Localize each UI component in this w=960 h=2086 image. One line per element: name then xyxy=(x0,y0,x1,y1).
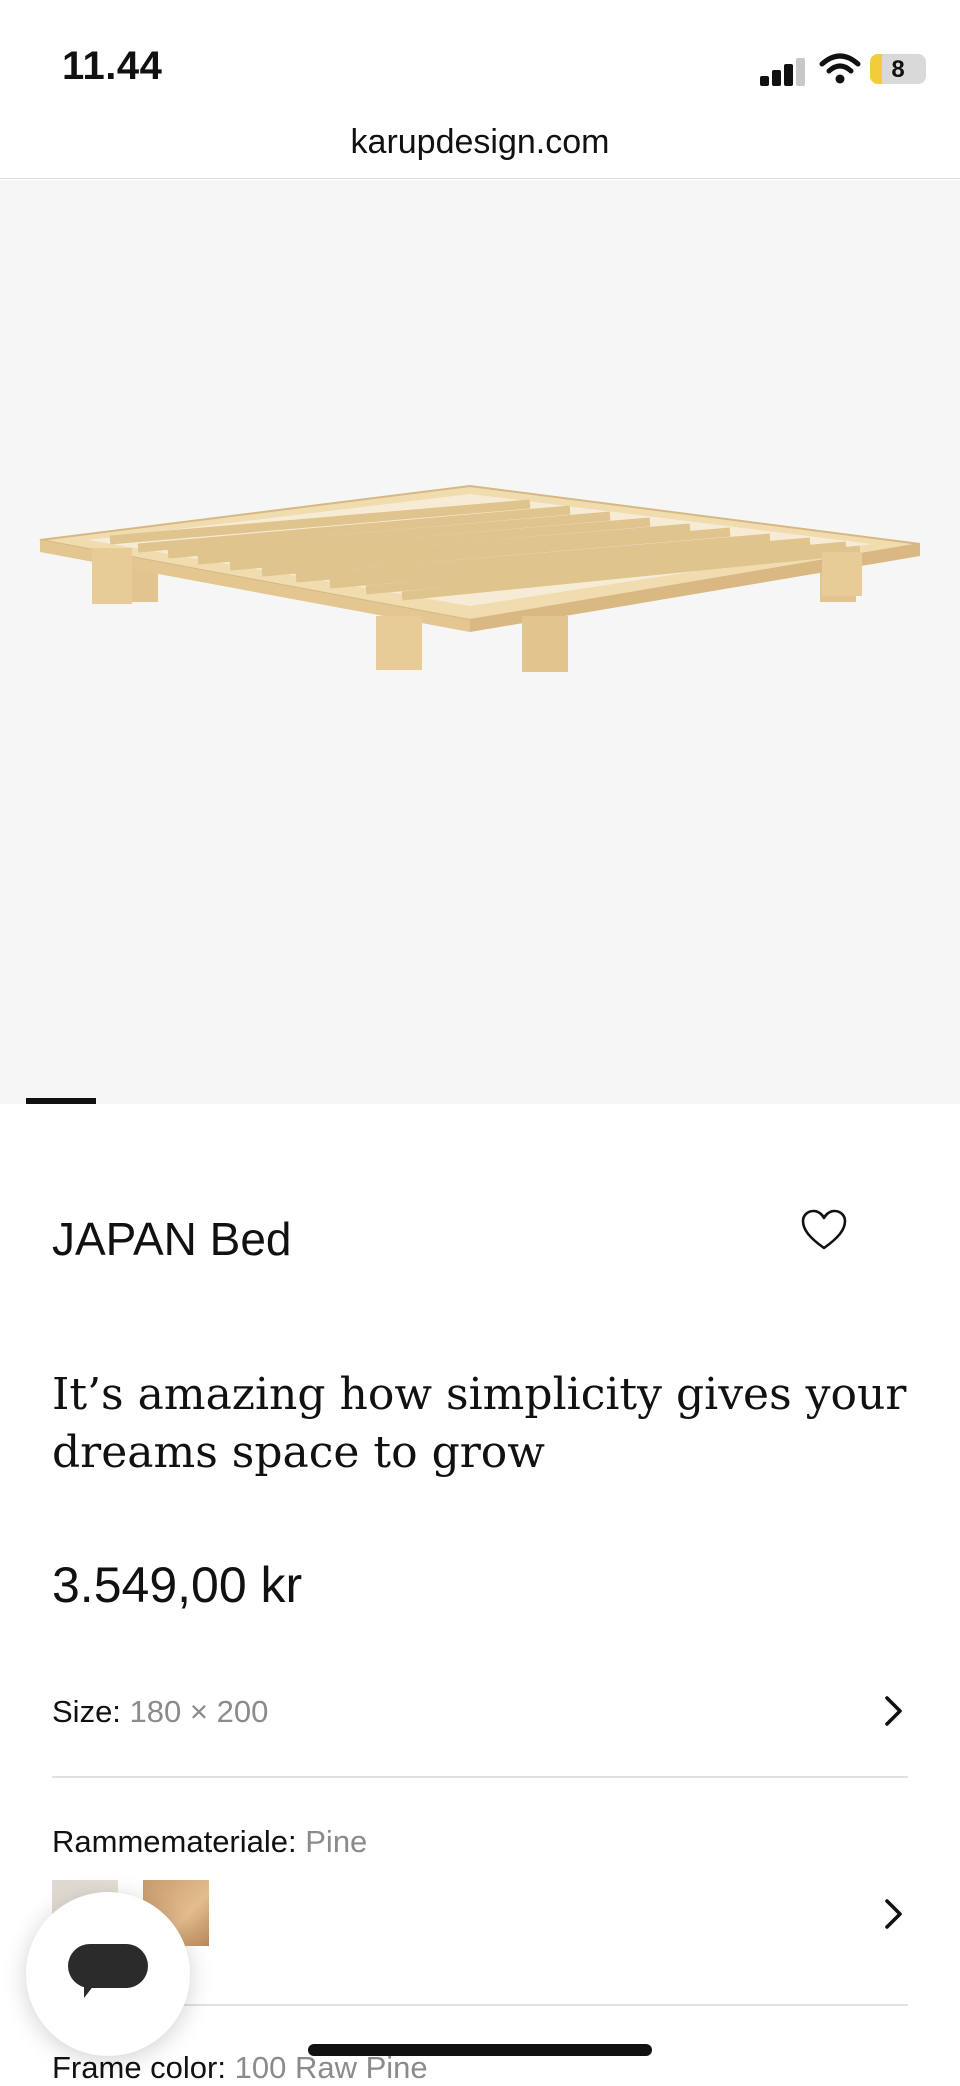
battery-icon: 8 xyxy=(870,54,926,84)
heart-icon[interactable] xyxy=(800,1208,848,1252)
carousel-indicator-active xyxy=(26,1098,96,1104)
status-bar: 11.44 8 xyxy=(0,0,960,120)
product-price: 3.549,00 kr xyxy=(52,1557,303,1613)
chat-button[interactable] xyxy=(26,1892,190,2056)
chevron-right-icon[interactable] xyxy=(884,1695,904,1727)
size-value: 180 × 200 xyxy=(129,1694,269,1729)
size-label: Size: xyxy=(52,1694,121,1729)
frame-color-label: Frame color: xyxy=(52,2050,226,2085)
signal-icon xyxy=(760,56,806,86)
battery-level: 8 xyxy=(891,56,905,83)
product-tagline: It’s amazing how simplicity gives your d… xyxy=(52,1369,907,1478)
home-indicator[interactable] xyxy=(308,2044,652,2056)
product-title: JAPAN Bed xyxy=(52,1213,292,1265)
divider xyxy=(52,1776,908,1778)
frame-material-value: Pine xyxy=(305,1824,368,1859)
address-bar[interactable]: karupdesign.com xyxy=(0,118,960,179)
frame-material-selector[interactable]: Rammemateriale: Pine xyxy=(52,1824,908,1860)
chevron-right-icon[interactable] xyxy=(884,1898,904,1930)
status-time: 11.44 xyxy=(62,44,163,88)
wifi-icon xyxy=(819,53,861,84)
frame-material-label: Rammemateriale: xyxy=(52,1824,297,1859)
size-selector[interactable]: Size: 180 × 200 xyxy=(52,1694,908,1730)
product-image-carousel[interactable] xyxy=(0,180,960,1104)
bed-image xyxy=(39,484,921,672)
